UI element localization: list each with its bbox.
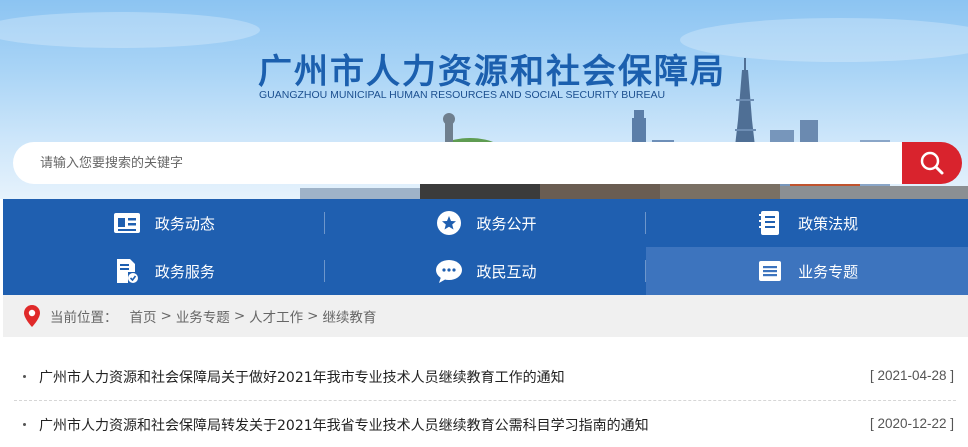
breadcrumb-separator: > <box>307 308 319 324</box>
nav-label: 政策法规 <box>798 214 859 233</box>
star-icon <box>435 209 463 237</box>
list-icon <box>756 257 784 285</box>
nav-item-special-topics[interactable]: 业务专题 <box>646 247 968 295</box>
article-date: [ 2021-04-28 ] <box>869 368 954 383</box>
list-item: 广州市人力资源和社会保障局关于做好2021年我市专业技术人员继续教育工作的通知 … <box>14 353 956 401</box>
location-pin-icon <box>24 305 40 327</box>
breadcrumb-prefix: 当前位置： <box>50 310 118 326</box>
article-list: 广州市人力资源和社会保障局关于做好2021年我市专业技术人员继续教育工作的通知 … <box>0 353 968 447</box>
nav-row: 政务动态 政务公开 政策法规 <box>3 199 968 247</box>
document-icon <box>756 209 784 237</box>
nav-item-public[interactable]: 政务公开 <box>325 199 647 247</box>
nav-label: 政务动态 <box>154 214 215 233</box>
nav-row: 政务服务 政民互动 业务专题 <box>3 247 968 295</box>
nav-label: 业务专题 <box>798 262 859 281</box>
nav-item-news[interactable]: 政务动态 <box>3 199 325 247</box>
search-input[interactable] <box>40 142 890 184</box>
nav-item-policy[interactable]: 政策法规 <box>646 199 968 247</box>
breadcrumb: 当前位置： 首页 > 业务专题 > 人才工作 > 继续教育 <box>3 295 968 337</box>
search-bar <box>13 142 903 184</box>
breadcrumb-continuing-education[interactable]: 继续教育 <box>322 306 376 326</box>
article-link[interactable]: 广州市人力资源和社会保障局关于做好2021年我市专业技术人员继续教育工作的通知 <box>39 367 565 387</box>
search-icon <box>920 151 944 175</box>
chat-icon <box>435 257 463 285</box>
article-date: [ 2020-12-22 ] <box>869 416 954 431</box>
breadcrumb-special-topics[interactable]: 业务专题 <box>176 306 230 326</box>
breadcrumb-separator: > <box>160 308 172 324</box>
site-subtitle: GUANGZHOU MUNICIPAL HUMAN RESOURCES AND … <box>259 89 666 101</box>
breadcrumb-separator: > <box>233 308 246 324</box>
bullet-icon <box>23 423 26 426</box>
service-doc-icon <box>113 257 141 285</box>
nav-label: 政务服务 <box>154 262 215 281</box>
nav-label: 政务公开 <box>476 214 537 233</box>
nav-item-interaction[interactable]: 政民互动 <box>325 247 647 295</box>
breadcrumb-talent-work[interactable]: 人才工作 <box>249 306 303 326</box>
nav-item-services[interactable]: 政务服务 <box>3 247 325 295</box>
main-nav: 政务动态 政务公开 政策法规 政务服务 政民互动 业务专题 <box>3 199 968 295</box>
list-item: 广州市人力资源和社会保障局转发关于2021年我省专业技术人员继续教育公需科目学习… <box>14 401 956 447</box>
article-link[interactable]: 广州市人力资源和社会保障局转发关于2021年我省专业技术人员继续教育公需科目学习… <box>39 415 649 435</box>
news-icon <box>113 209 141 237</box>
site-title: 广州市人力资源和社会保障局 <box>258 52 726 92</box>
nav-label: 政民互动 <box>476 262 537 281</box>
bullet-icon <box>23 375 26 378</box>
breadcrumb-home[interactable]: 首页 <box>130 306 157 326</box>
search-button[interactable] <box>902 142 962 184</box>
